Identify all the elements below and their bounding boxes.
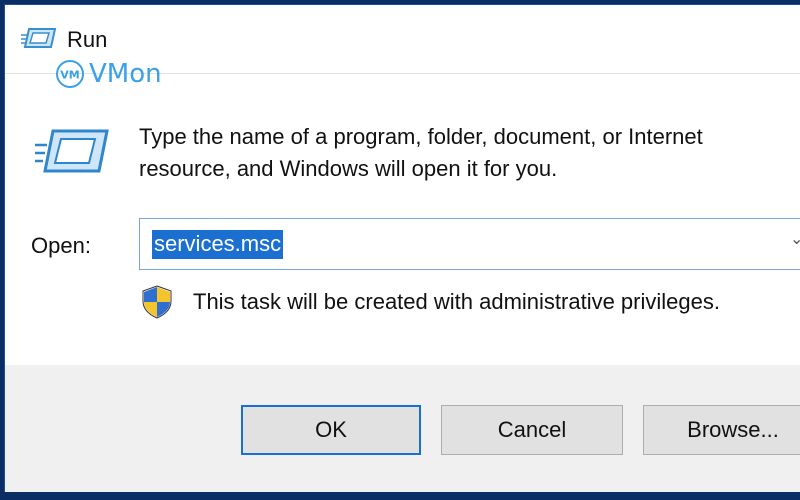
chevron-down-icon[interactable]: ⌄: [790, 232, 800, 248]
svg-text:VM: VM: [60, 69, 79, 82]
vmon-logo-icon: VM: [56, 60, 84, 88]
ok-button[interactable]: OK: [241, 405, 421, 455]
browse-button[interactable]: Browse...: [643, 405, 800, 455]
watermark-text: VMon: [89, 59, 162, 89]
open-combobox[interactable]: services.msc ⌄: [139, 218, 800, 270]
run-icon: [21, 28, 57, 48]
run-dialog: Run VM VMon Type the name of a program, …: [4, 4, 800, 492]
open-input-value[interactable]: services.msc: [152, 230, 284, 259]
description-line-2: resource, and Windows will open it for y…: [139, 156, 558, 181]
admin-notice: This task will be created with administr…: [193, 289, 720, 314]
open-label: Open:: [31, 233, 91, 258]
cancel-button[interactable]: Cancel: [441, 405, 623, 455]
uac-shield-icon: [142, 285, 172, 319]
window-title: Run: [67, 27, 108, 52]
button-bar: OK Cancel Browse...: [5, 365, 800, 492]
watermark: VM VMon: [55, 57, 162, 91]
description-line-1: Type the name of a program, folder, docu…: [139, 124, 703, 149]
run-icon: [35, 129, 109, 173]
description: Type the name of a program, folder, docu…: [139, 121, 800, 185]
